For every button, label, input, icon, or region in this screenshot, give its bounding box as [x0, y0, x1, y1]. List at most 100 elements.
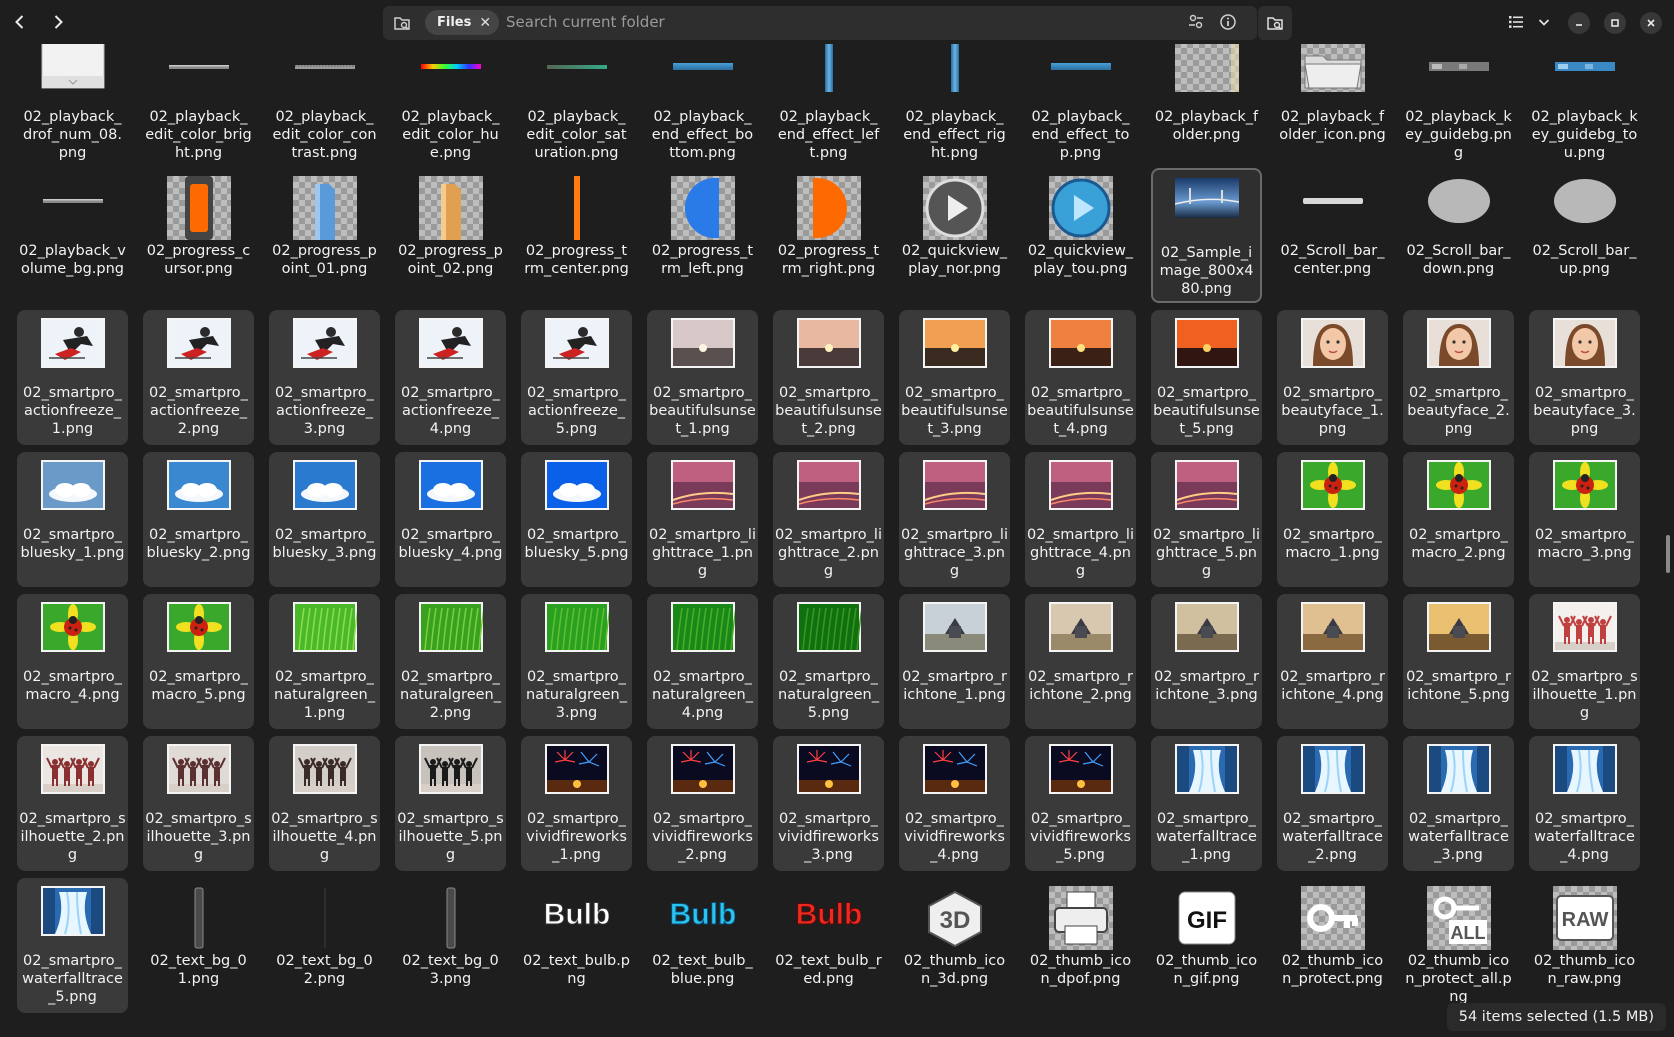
file-item[interactable]: 02_smartpro_macro_1.png	[1277, 452, 1388, 587]
file-item[interactable]: 02_Scroll_bar_center.png	[1277, 168, 1388, 303]
file-item[interactable]: 02_smartpro_actionfreeze_1.png	[17, 310, 128, 445]
search-input[interactable]	[506, 12, 1106, 32]
file-item[interactable]: 02_playback_edit_color_hue.png	[395, 44, 506, 169]
maximize-button[interactable]	[1604, 12, 1626, 34]
file-item[interactable]: 02_smartpro_vividfireworks_3.png	[773, 736, 884, 871]
file-item[interactable]: 02_Scroll_bar_up.png	[1529, 168, 1640, 303]
file-item[interactable]: 02_playback_folder.png	[1151, 44, 1262, 169]
file-item[interactable]: 02_smartpro_naturalgreen_1.png	[269, 594, 380, 729]
file-item[interactable]: RAW 02_thumb_icon_raw.png	[1529, 878, 1640, 1013]
file-item[interactable]: 02_thumb_icon_protect.png	[1277, 878, 1388, 1013]
close-button[interactable]	[1640, 12, 1662, 34]
search-filters-button[interactable]	[1182, 8, 1210, 36]
file-item[interactable]: Bulb 02_text_bulb.png	[521, 878, 632, 1013]
file-item[interactable]: 02_smartpro_beautifulsunset_4.png	[1025, 310, 1136, 445]
file-item[interactable]: 02_smartpro_silhouette_2.png	[17, 736, 128, 871]
file-item[interactable]: 02_smartpro_richtone_4.png	[1277, 594, 1388, 729]
file-item[interactable]: 3D 02_thumb_icon_3d.png	[899, 878, 1010, 1013]
scrollbar-thumb[interactable]	[1666, 535, 1670, 573]
file-item[interactable]: 02_smartpro_silhouette_4.png	[269, 736, 380, 871]
file-item[interactable]: 02_text_bg_01.png	[143, 878, 254, 1013]
file-item[interactable]: 02_playback_edit_color_bright.png	[143, 44, 254, 169]
search-location-chip[interactable]: Files ✕	[425, 10, 500, 35]
file-item[interactable]: 02_quickview_play_nor.png	[899, 168, 1010, 303]
file-item[interactable]: 02_playback_end_effect_bottom.png	[647, 44, 758, 169]
file-item[interactable]: 02_smartpro_waterfalltrace_1.png	[1151, 736, 1262, 871]
file-item[interactable]: 02_playback_end_effect_left.png	[773, 44, 884, 169]
file-item[interactable]: 02_smartpro_lighttrace_5.png	[1151, 452, 1262, 587]
file-item[interactable]: 02_smartpro_beautifulsunset_2.png	[773, 310, 884, 445]
minimize-button[interactable]	[1568, 12, 1590, 34]
file-item[interactable]: 02_smartpro_naturalgreen_4.png	[647, 594, 758, 729]
forward-button[interactable]	[44, 8, 72, 36]
chip-close-icon[interactable]: ✕	[479, 15, 491, 31]
file-item[interactable]: 02_smartpro_actionfreeze_3.png	[269, 310, 380, 445]
file-item[interactable]: 02_smartpro_bluesky_2.png	[143, 452, 254, 587]
file-item[interactable]: 02_smartpro_lighttrace_2.png	[773, 452, 884, 587]
file-item[interactable]: 02_smartpro_richtone_3.png	[1151, 594, 1262, 729]
file-item[interactable]: 02_playback_folder_icon.png	[1277, 44, 1388, 169]
file-item[interactable]: Bulb 02_text_bulb_blue.png	[647, 878, 758, 1013]
file-item[interactable]: 02_smartpro_actionfreeze_5.png	[521, 310, 632, 445]
file-item[interactable]: 02_progress_trm_left.png	[647, 168, 758, 303]
file-item[interactable]: 02_smartpro_silhouette_1.png	[1529, 594, 1640, 729]
file-item[interactable]: 02_smartpro_macro_5.png	[143, 594, 254, 729]
file-item[interactable]: 02_smartpro_lighttrace_3.png	[899, 452, 1010, 587]
file-item[interactable]: ALL 02_thumb_icon_protect_all.png	[1403, 878, 1514, 1013]
file-item[interactable]: 02_smartpro_vividfireworks_2.png	[647, 736, 758, 871]
search-info-button[interactable]	[1214, 8, 1242, 36]
file-item[interactable]: 02_thumb_icon_dpof.png	[1025, 878, 1136, 1013]
file-item[interactable]: 02_Scroll_bar_down.png	[1403, 168, 1514, 303]
file-item[interactable]: 02_smartpro_richtone_5.png	[1403, 594, 1514, 729]
file-item[interactable]: 02_smartpro_silhouette_5.png	[395, 736, 506, 871]
file-item[interactable]: 02_text_bg_02.png	[269, 878, 380, 1013]
file-item[interactable]: 02_progress_trm_center.png	[521, 168, 632, 303]
file-item[interactable]: 02_playback_key_guidebg_tou.png	[1529, 44, 1640, 169]
file-item[interactable]: 02_playback_edit_color_contrast.png	[269, 44, 380, 169]
file-item[interactable]: 02_smartpro_actionfreeze_4.png	[395, 310, 506, 445]
file-item[interactable]: 02_playback_end_effect_right.png	[899, 44, 1010, 169]
file-item[interactable]: 02_smartpro_actionfreeze_2.png	[143, 310, 254, 445]
file-item[interactable]: 02_smartpro_lighttrace_1.png	[647, 452, 758, 587]
view-options-dropdown[interactable]	[1530, 8, 1558, 36]
file-item[interactable]: 02_smartpro_macro_3.png	[1529, 452, 1640, 587]
file-item[interactable]: 02_smartpro_vividfireworks_4.png	[899, 736, 1010, 871]
file-item[interactable]: 02_smartpro_beautifulsunset_1.png	[647, 310, 758, 445]
file-item[interactable]: 02_smartpro_beautifulsunset_5.png	[1151, 310, 1262, 445]
file-item[interactable]: Bulb 02_text_bulb_red.png	[773, 878, 884, 1013]
file-item[interactable]: 02_smartpro_richtone_2.png	[1025, 594, 1136, 729]
file-item[interactable]: 02_Sample_image_800x480.png	[1151, 168, 1262, 303]
file-item[interactable]: 02_playback_drof_num_08.png	[17, 44, 128, 169]
new-folder-search-button[interactable]	[1258, 6, 1292, 40]
file-item[interactable]: 02_smartpro_bluesky_5.png	[521, 452, 632, 587]
file-item[interactable]: 02_smartpro_bluesky_4.png	[395, 452, 506, 587]
file-item[interactable]: 02_smartpro_bluesky_1.png	[17, 452, 128, 587]
file-grid[interactable]: 02_playback_drof_num_08.png 02_playback_e…	[0, 44, 1674, 1037]
file-item[interactable]: GIF 02_thumb_icon_gif.png	[1151, 878, 1262, 1013]
file-item[interactable]: 02_smartpro_naturalgreen_2.png	[395, 594, 506, 729]
file-item[interactable]: 02_quickview_play_tou.png	[1025, 168, 1136, 303]
file-item[interactable]: 02_smartpro_waterfalltrace_2.png	[1277, 736, 1388, 871]
file-item[interactable]: 02_playback_key_guidebg.png	[1403, 44, 1514, 169]
file-item[interactable]: 02_smartpro_richtone_1.png	[899, 594, 1010, 729]
file-item[interactable]: 02_smartpro_beautifulsunset_3.png	[899, 310, 1010, 445]
file-item[interactable]: 02_smartpro_waterfalltrace_3.png	[1403, 736, 1514, 871]
file-item[interactable]: 02_smartpro_vividfireworks_5.png	[1025, 736, 1136, 871]
file-item[interactable]: 02_smartpro_waterfalltrace_5.png	[17, 878, 128, 1013]
file-item[interactable]: 02_smartpro_lighttrace_4.png	[1025, 452, 1136, 587]
back-button[interactable]	[6, 8, 34, 36]
file-item[interactable]: 02_smartpro_beautyface_3.png	[1529, 310, 1640, 445]
file-item[interactable]: 02_playback_volume_bg.png	[17, 168, 128, 303]
file-item[interactable]: 02_playback_end_effect_top.png	[1025, 44, 1136, 169]
file-item[interactable]: 02_smartpro_bluesky_3.png	[269, 452, 380, 587]
file-item[interactable]: 02_progress_trm_right.png	[773, 168, 884, 303]
file-item[interactable]: 02_progress_point_01.png	[269, 168, 380, 303]
file-item[interactable]: 02_smartpro_macro_2.png	[1403, 452, 1514, 587]
file-item[interactable]: 02_smartpro_beautyface_2.png	[1403, 310, 1514, 445]
file-item[interactable]: 02_smartpro_beautyface_1.png	[1277, 310, 1388, 445]
file-item[interactable]: 02_smartpro_silhouette_3.png	[143, 736, 254, 871]
file-item[interactable]: 02_progress_cursor.png	[143, 168, 254, 303]
file-item[interactable]: 02_smartpro_macro_4.png	[17, 594, 128, 729]
view-list-button[interactable]	[1502, 8, 1530, 36]
file-item[interactable]: 02_text_bg_03.png	[395, 878, 506, 1013]
